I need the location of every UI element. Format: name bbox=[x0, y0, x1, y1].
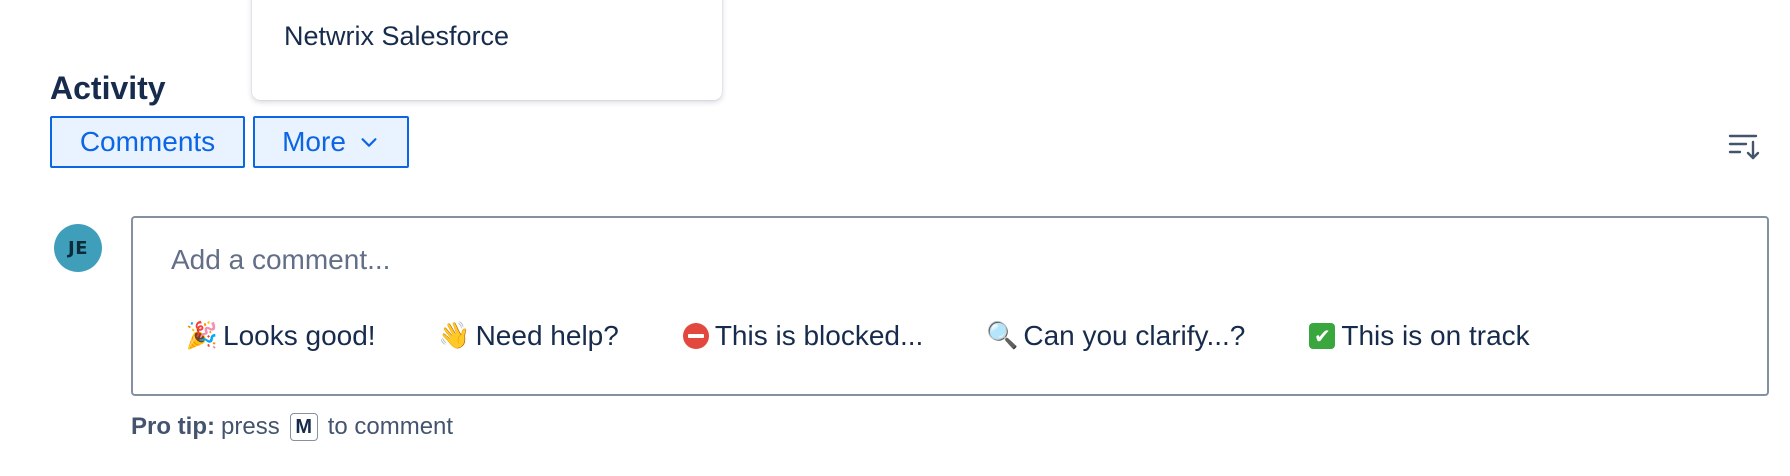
pro-tip-prefix: Pro tip: bbox=[131, 413, 215, 440]
no-entry-icon bbox=[682, 323, 709, 349]
quick-reply-looks-good[interactable]: 🎉 Looks good! bbox=[185, 320, 376, 352]
quick-reply-need-help[interactable]: 👋 Need help? bbox=[438, 320, 619, 352]
magnifying-glass-icon: 🔍 bbox=[986, 321, 1019, 351]
comments-filter-label: Comments bbox=[79, 126, 216, 157]
party-popper-icon: 🎉 bbox=[185, 321, 219, 351]
quick-reply-label: Looks good! bbox=[223, 320, 376, 351]
pro-tip-before-key: press bbox=[221, 413, 280, 440]
quick-reply-label: This is blocked... bbox=[714, 320, 924, 351]
pro-tip-after-key: to comment bbox=[327, 413, 454, 440]
chevron-down-icon bbox=[361, 138, 377, 147]
quick-reply-label: This is on track bbox=[1341, 320, 1530, 351]
more-filter-label: More bbox=[282, 126, 346, 157]
dropdown-item-label: Netwrix Salesforce bbox=[284, 20, 510, 51]
comment-input[interactable] bbox=[171, 238, 1711, 282]
quick-reply-blocked[interactable]: This is blocked... bbox=[682, 320, 924, 352]
waving-hand-icon: 👋 bbox=[438, 321, 471, 351]
more-dropdown-menu: Netwrix Salesforce bbox=[252, 0, 722, 100]
activity-heading: Activity bbox=[50, 70, 166, 106]
quick-reply-clarify[interactable]: 🔍 Can you clarify...? bbox=[986, 320, 1246, 352]
user-avatar[interactable]: JE bbox=[54, 224, 102, 272]
check-mark-button-icon: ✔ bbox=[1309, 323, 1336, 349]
activity-panel: Netwrix Salesforce Activity Comments Mor… bbox=[0, 0, 1790, 476]
comments-filter-button[interactable]: Comments bbox=[50, 116, 245, 168]
dropdown-item-netwrix-salesforce[interactable]: Netwrix Salesforce bbox=[252, 6, 722, 66]
sort-descending-icon[interactable] bbox=[1726, 128, 1762, 164]
keyboard-shortcut-key: M bbox=[289, 413, 318, 441]
quick-reply-label: Can you clarify...? bbox=[1023, 320, 1246, 351]
more-filter-button[interactable]: More bbox=[253, 116, 409, 168]
quick-reply-label: Need help? bbox=[475, 320, 619, 351]
comment-editor[interactable]: 🎉 Looks good! 👋 Need help? This is block… bbox=[131, 216, 1769, 396]
pro-tip: Pro tip: press M to comment bbox=[131, 410, 453, 444]
quick-reply-suggestions: 🎉 Looks good! 👋 Need help? This is block… bbox=[185, 314, 1594, 358]
avatar-initials: JE bbox=[68, 237, 88, 259]
quick-reply-on-track[interactable]: ✔ This is on track bbox=[1309, 320, 1530, 352]
